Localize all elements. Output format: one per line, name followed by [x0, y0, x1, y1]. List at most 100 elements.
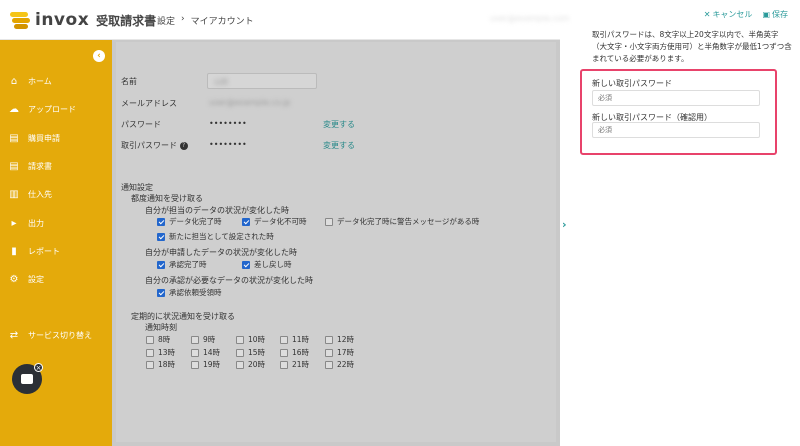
checkbox-hour[interactable]: 20時: [236, 359, 265, 370]
checkbox-label: 承認完了時: [169, 260, 207, 269]
checkbox-label: 20時: [248, 360, 266, 369]
new-password-input[interactable]: [592, 90, 760, 106]
checkbox-unchecked[interactable]: [146, 360, 154, 369]
checkbox-unchecked[interactable]: [236, 360, 244, 369]
checkbox-hour[interactable]: 14時: [191, 347, 220, 358]
document-icon: ▤: [9, 132, 19, 144]
group1-title: 自分が担当のデータの状況が変化した時: [145, 206, 289, 215]
logo[interactable]: invox 受取請求書: [10, 10, 156, 30]
sidebar-item-label: 設定: [28, 274, 44, 284]
checkbox-unchecked[interactable]: [191, 348, 199, 357]
checkbox-unchecked[interactable]: [191, 335, 199, 344]
cancel-button[interactable]: ✕ キャンセル: [704, 9, 753, 20]
checkbox-unchecked[interactable]: [280, 360, 288, 369]
checkbox-checked[interactable]: [242, 217, 250, 226]
checkbox-label: 11時: [292, 335, 310, 344]
checkbox-unchecked[interactable]: [325, 335, 333, 344]
checkbox-unchecked[interactable]: [236, 335, 244, 344]
checkbox-data-warning[interactable]: データ化完了時に警告メッセージがある時: [325, 216, 479, 227]
checkbox-hour[interactable]: 13時: [146, 347, 175, 358]
notification-settings-title: 通知設定: [121, 183, 153, 192]
checkbox-checked[interactable]: [157, 260, 165, 269]
password-value: ••••••••: [209, 119, 247, 128]
checkbox-unchecked[interactable]: [325, 360, 333, 369]
checkbox-unchecked[interactable]: [191, 360, 199, 369]
checkbox-hour[interactable]: 12時: [325, 334, 354, 345]
sidebar-item-label: レポート: [28, 246, 60, 256]
sidebar-item-home[interactable]: ⌂ ホーム: [8, 75, 52, 87]
checkbox-unchecked[interactable]: [236, 348, 244, 357]
sidebar-item-upload[interactable]: ☁ アップロード: [8, 103, 76, 115]
checkbox-hour[interactable]: 16時: [280, 347, 309, 358]
checkbox-data-complete[interactable]: データ化完了時: [157, 216, 222, 227]
checkbox-approval-complete[interactable]: 承認完了時: [157, 259, 207, 270]
checkbox-label: 19時: [203, 360, 221, 369]
checkbox-hour[interactable]: 18時: [146, 359, 175, 370]
checkbox-unchecked[interactable]: [146, 348, 154, 357]
checkbox-unchecked[interactable]: [280, 335, 288, 344]
checkbox-unchecked[interactable]: [280, 348, 288, 357]
help-icon[interactable]: ?: [179, 141, 188, 150]
checkbox-hour[interactable]: 19時: [191, 359, 220, 370]
checkbox-hour[interactable]: 10時: [236, 334, 265, 345]
save-icon: ▣: [762, 10, 770, 19]
checkbox-hour[interactable]: 22時: [325, 359, 354, 370]
sidebar-item-reports[interactable]: ▮ レポート: [8, 245, 60, 257]
sidebar-item-label: サービス切り替え: [28, 330, 92, 340]
expand-panel-icon[interactable]: ›: [562, 218, 567, 231]
cancel-label: キャンセル: [712, 10, 753, 19]
user-menu[interactable]: user@example.com: [490, 14, 570, 23]
name-value: 山田: [214, 78, 228, 86]
checkbox-approval-request[interactable]: 承認依頼受領時: [157, 287, 222, 298]
checkbox-checked[interactable]: [157, 232, 165, 241]
checkbox-unchecked[interactable]: [325, 348, 333, 357]
main-content: [112, 40, 560, 446]
checkbox-checked[interactable]: [157, 288, 165, 297]
sidebar-item-switch-service[interactable]: ⇄ サービス切り替え: [8, 329, 92, 341]
name-field[interactable]: 山田: [207, 73, 317, 89]
checkbox-data-failed[interactable]: データ化不可時: [242, 216, 307, 227]
checkbox-hour[interactable]: 15時: [236, 347, 265, 358]
sidebar-item-suppliers[interactable]: ▥ 仕入先: [8, 188, 52, 200]
checkbox-checked[interactable]: [242, 260, 250, 269]
change-trade-password-link[interactable]: 変更する: [323, 140, 355, 151]
close-icon: ✕: [703, 10, 711, 19]
checkbox-label: 14時: [203, 348, 221, 357]
password-form: 新しい取引パスワード 新しい取引パスワード（確認用）: [580, 69, 777, 155]
checkbox-hour[interactable]: 9時: [191, 334, 215, 345]
checkbox-new-assignee[interactable]: 新たに担当として設定された時: [157, 231, 274, 242]
checkbox-hour[interactable]: 17時: [325, 347, 354, 358]
breadcrumb-settings[interactable]: 設定: [157, 14, 175, 27]
save-label: 保存: [772, 10, 788, 19]
sidebar-item-purchase-request[interactable]: ▤ 購買申請: [8, 132, 60, 144]
sidebar-item-label: 購買申請: [28, 133, 60, 143]
checkbox-hour[interactable]: 8時: [146, 334, 170, 345]
cloud-upload-icon: ☁: [9, 103, 19, 115]
checkbox-label: 13時: [158, 348, 176, 357]
chat-close-icon[interactable]: ×: [34, 363, 43, 372]
checkbox-sent-back[interactable]: 差し戻し時: [242, 259, 292, 270]
checkbox-label: 17時: [337, 348, 355, 357]
switch-icon: ⇄: [9, 329, 19, 341]
checkbox-label: データ化完了時に警告メッセージがある時: [337, 217, 480, 226]
checkbox-unchecked[interactable]: [325, 217, 333, 226]
checkbox-label: データ化完了時: [169, 217, 222, 226]
change-password-link[interactable]: 変更する: [323, 119, 355, 130]
sidebar-item-settings[interactable]: ⚙ 設定: [8, 273, 44, 285]
checkbox-label: 10時: [248, 335, 266, 344]
checkbox-hour[interactable]: 11時: [280, 334, 309, 345]
breadcrumb: 設定 › マイアカウント: [157, 14, 254, 27]
checkbox-label: 16時: [292, 348, 310, 357]
checkbox-checked[interactable]: [157, 217, 165, 226]
collapse-sidebar-button[interactable]: ‹: [93, 50, 105, 62]
checkbox-label: 9時: [203, 335, 216, 344]
confirm-password-input[interactable]: [592, 122, 760, 138]
checkbox-unchecked[interactable]: [146, 335, 154, 344]
panel-actions: ✕ キャンセル ▣ 保存: [704, 9, 788, 20]
sidebar-item-invoices[interactable]: ▤ 請求書: [8, 160, 52, 172]
sidebar-item-export[interactable]: ▸ 出力: [8, 217, 44, 229]
chat-icon: [21, 374, 33, 384]
save-button[interactable]: ▣ 保存: [762, 9, 788, 20]
checkbox-hour[interactable]: 21時: [280, 359, 309, 370]
checkbox-label: 15時: [248, 348, 266, 357]
